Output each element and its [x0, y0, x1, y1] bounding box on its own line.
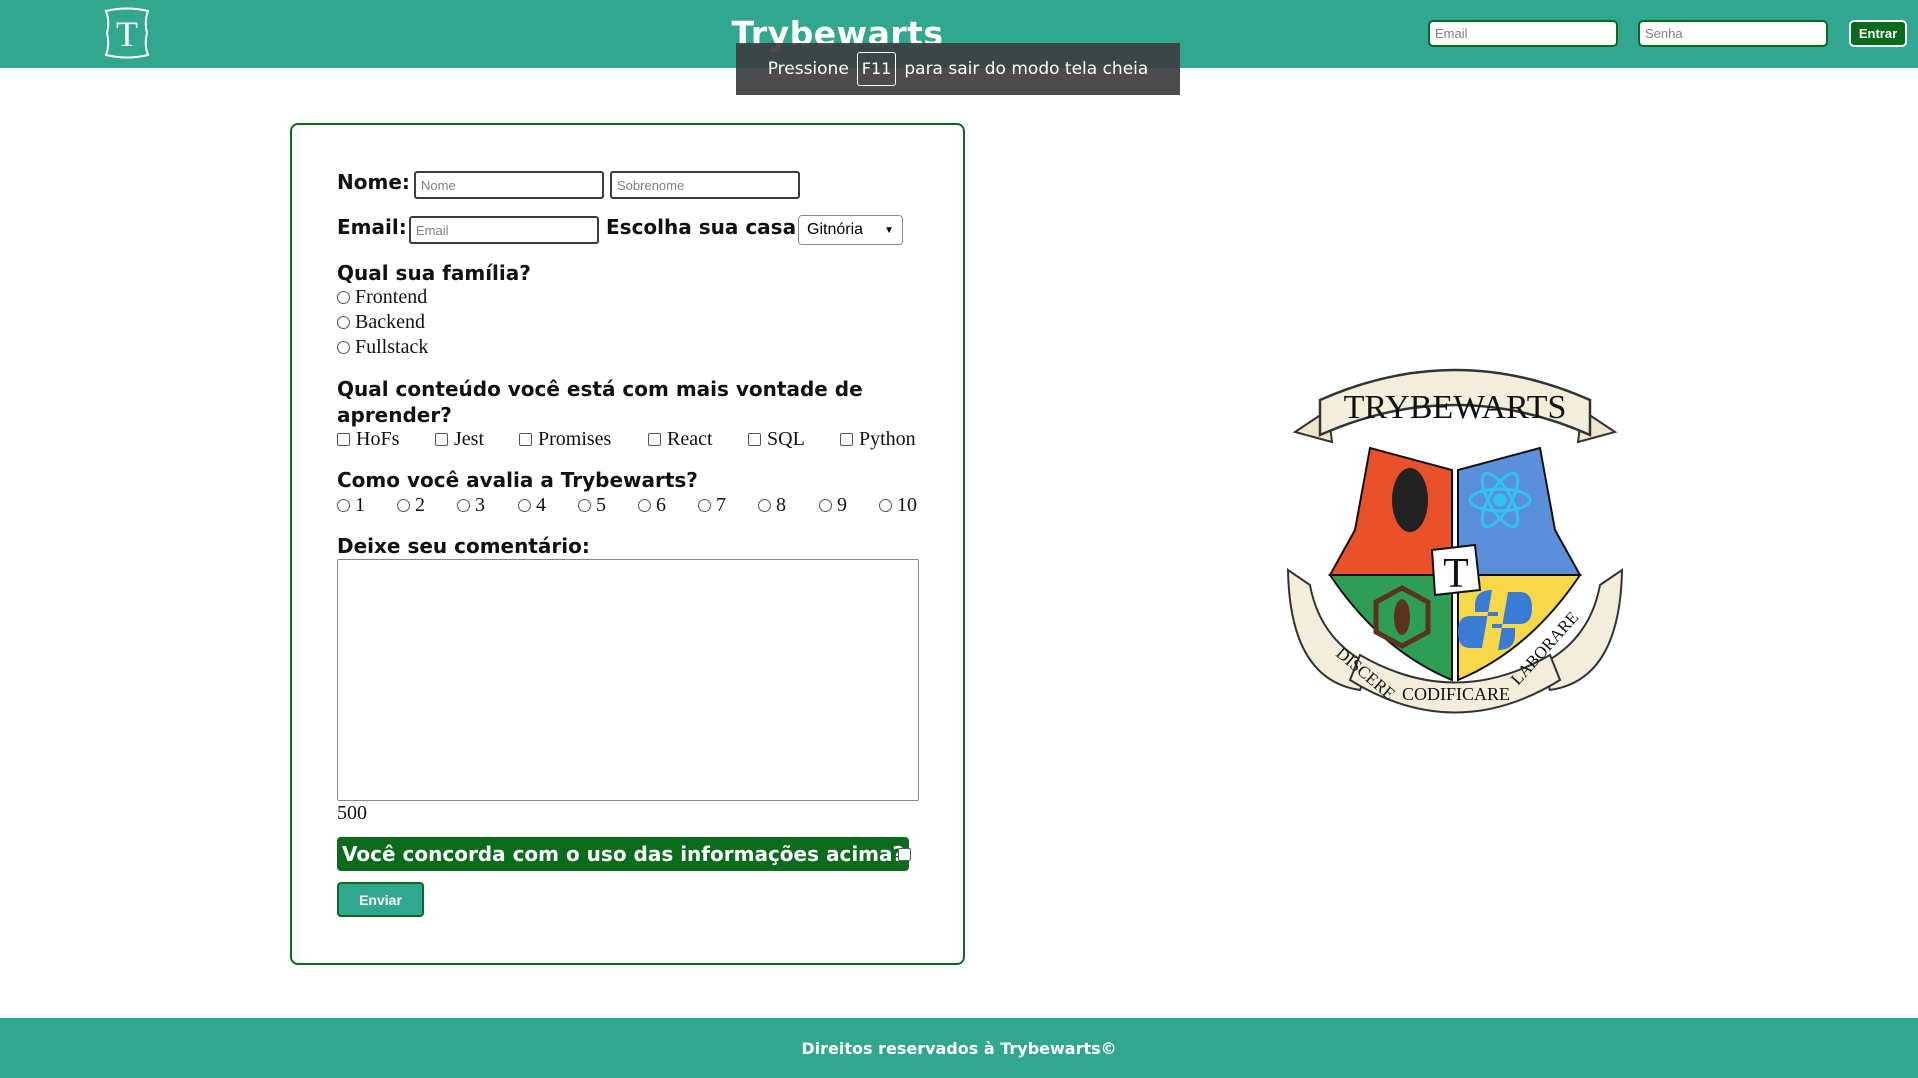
header-email-input[interactable] — [1428, 20, 1618, 47]
option-label: Fullstack — [355, 336, 429, 358]
house-select[interactable]: Gitnória ▼ — [798, 215, 903, 245]
option-label: HoFs — [356, 428, 400, 450]
comment-label: Deixe seu comentário: — [337, 534, 590, 558]
option-label: 9 — [837, 494, 847, 516]
option-label: 5 — [596, 494, 606, 516]
rating-option-5[interactable]: 5 — [578, 494, 606, 517]
comment-textarea[interactable] — [337, 559, 919, 801]
option-label: 10 — [897, 494, 917, 516]
content-option-hofs[interactable]: HoFs — [337, 428, 399, 451]
header-password-input[interactable] — [1638, 20, 1828, 47]
option-label: React — [667, 428, 713, 450]
email-label: Email: — [337, 215, 407, 239]
last-name-input[interactable] — [610, 171, 800, 199]
crest-center-letter: T — [1443, 551, 1469, 597]
radio-button[interactable] — [879, 499, 892, 512]
content-option-sql[interactable]: SQL — [748, 428, 805, 451]
radio-button[interactable] — [698, 499, 711, 512]
radio-button[interactable] — [638, 499, 651, 512]
option-label: 2 — [415, 494, 425, 516]
option-label: 4 — [536, 494, 546, 516]
submit-button[interactable]: Enviar — [337, 882, 424, 917]
radio-button[interactable] — [758, 499, 771, 512]
radio-button[interactable] — [337, 341, 350, 354]
agreement-checkbox[interactable] — [898, 848, 911, 861]
content-option-react[interactable]: React — [648, 428, 713, 451]
checkbox[interactable] — [337, 433, 350, 446]
house-select-value: Gitnória — [807, 221, 864, 238]
option-label: 3 — [475, 494, 485, 516]
rating-option-2[interactable]: 2 — [397, 494, 425, 517]
login-button[interactable]: Entrar — [1849, 20, 1907, 47]
content-option-jest[interactable]: Jest — [435, 428, 484, 451]
rating-option-3[interactable]: 3 — [457, 494, 485, 517]
option-label: Python — [859, 428, 916, 450]
content-label: Qual conteúdo você está com mais vontade… — [337, 377, 863, 427]
rating-option-7[interactable]: 7 — [698, 494, 726, 517]
first-name-input[interactable] — [414, 171, 604, 199]
radio-button[interactable] — [337, 499, 350, 512]
email-input[interactable] — [409, 216, 599, 244]
rating-label: Como você avalia a Trybewarts? — [337, 468, 698, 492]
content-option-promises[interactable]: Promises — [519, 428, 611, 451]
rating-option-4[interactable]: 4 — [518, 494, 546, 517]
radio-button[interactable] — [819, 499, 832, 512]
option-label: 8 — [776, 494, 786, 516]
linux-penguin-icon — [1392, 468, 1428, 532]
rating-option-9[interactable]: 9 — [819, 494, 847, 517]
radio-button[interactable] — [457, 499, 470, 512]
radio-button[interactable] — [337, 291, 350, 304]
option-label: 1 — [355, 494, 365, 516]
checkbox[interactable] — [519, 433, 532, 446]
option-label: 7 — [716, 494, 726, 516]
option-label: Jest — [454, 428, 484, 450]
rating-option-1[interactable]: 1 — [337, 494, 365, 517]
content-option-python[interactable]: Python — [840, 428, 916, 451]
option-label: Frontend — [355, 286, 428, 308]
rating-option-10[interactable]: 10 — [879, 494, 917, 517]
name-label: Nome: — [337, 170, 410, 194]
agreement-label: Você concorda com o uso das informações … — [337, 837, 910, 871]
house-label: Escolha sua casa: — [606, 215, 805, 239]
option-label: Backend — [355, 311, 425, 333]
checkbox[interactable] — [748, 433, 761, 446]
crest-banner-text: TRYBEWARTS — [1344, 389, 1567, 426]
fullscreen-notice-suffix: para sair do modo tela cheia — [904, 59, 1149, 79]
radio-button[interactable] — [578, 499, 591, 512]
footer: Direitos reservados à Trybewarts© — [0, 1018, 1918, 1078]
fullscreen-notice-prefix: Pressione — [767, 59, 849, 79]
fullscreen-notice-key: F11 — [856, 52, 897, 86]
radio-button[interactable] — [397, 499, 410, 512]
rating-option-6[interactable]: 6 — [638, 494, 666, 517]
footer-text: Direitos reservados à Trybewarts© — [801, 1038, 1117, 1058]
checkbox[interactable] — [435, 433, 448, 446]
chevron-down-icon: ▼ — [884, 224, 894, 236]
radio-button[interactable] — [518, 499, 531, 512]
family-label: Qual sua família? — [337, 261, 531, 285]
crest-top-banner: TRYBEWARTS — [1292, 368, 1618, 444]
crest-motto-center: CODIFICARE — [1402, 684, 1510, 704]
checkbox[interactable] — [648, 433, 661, 446]
family-option-frontend[interactable]: Frontend — [337, 286, 427, 309]
family-option-backend[interactable]: Backend — [337, 311, 425, 334]
rating-option-8[interactable]: 8 — [758, 494, 786, 517]
checkbox[interactable] — [840, 433, 853, 446]
option-label: SQL — [767, 428, 805, 450]
option-label: 6 — [656, 494, 666, 516]
char-counter: 500 — [337, 802, 367, 824]
trybewarts-crest: TRYBEWARTS T DISCERE CODIFICARE LABORARE — [1286, 368, 1624, 714]
option-label: Promises — [538, 428, 612, 450]
fullscreen-notice: Pressione F11 para sair do modo tela che… — [736, 43, 1180, 95]
radio-button[interactable] — [337, 316, 350, 329]
family-option-fullstack[interactable]: Fullstack — [337, 336, 428, 359]
